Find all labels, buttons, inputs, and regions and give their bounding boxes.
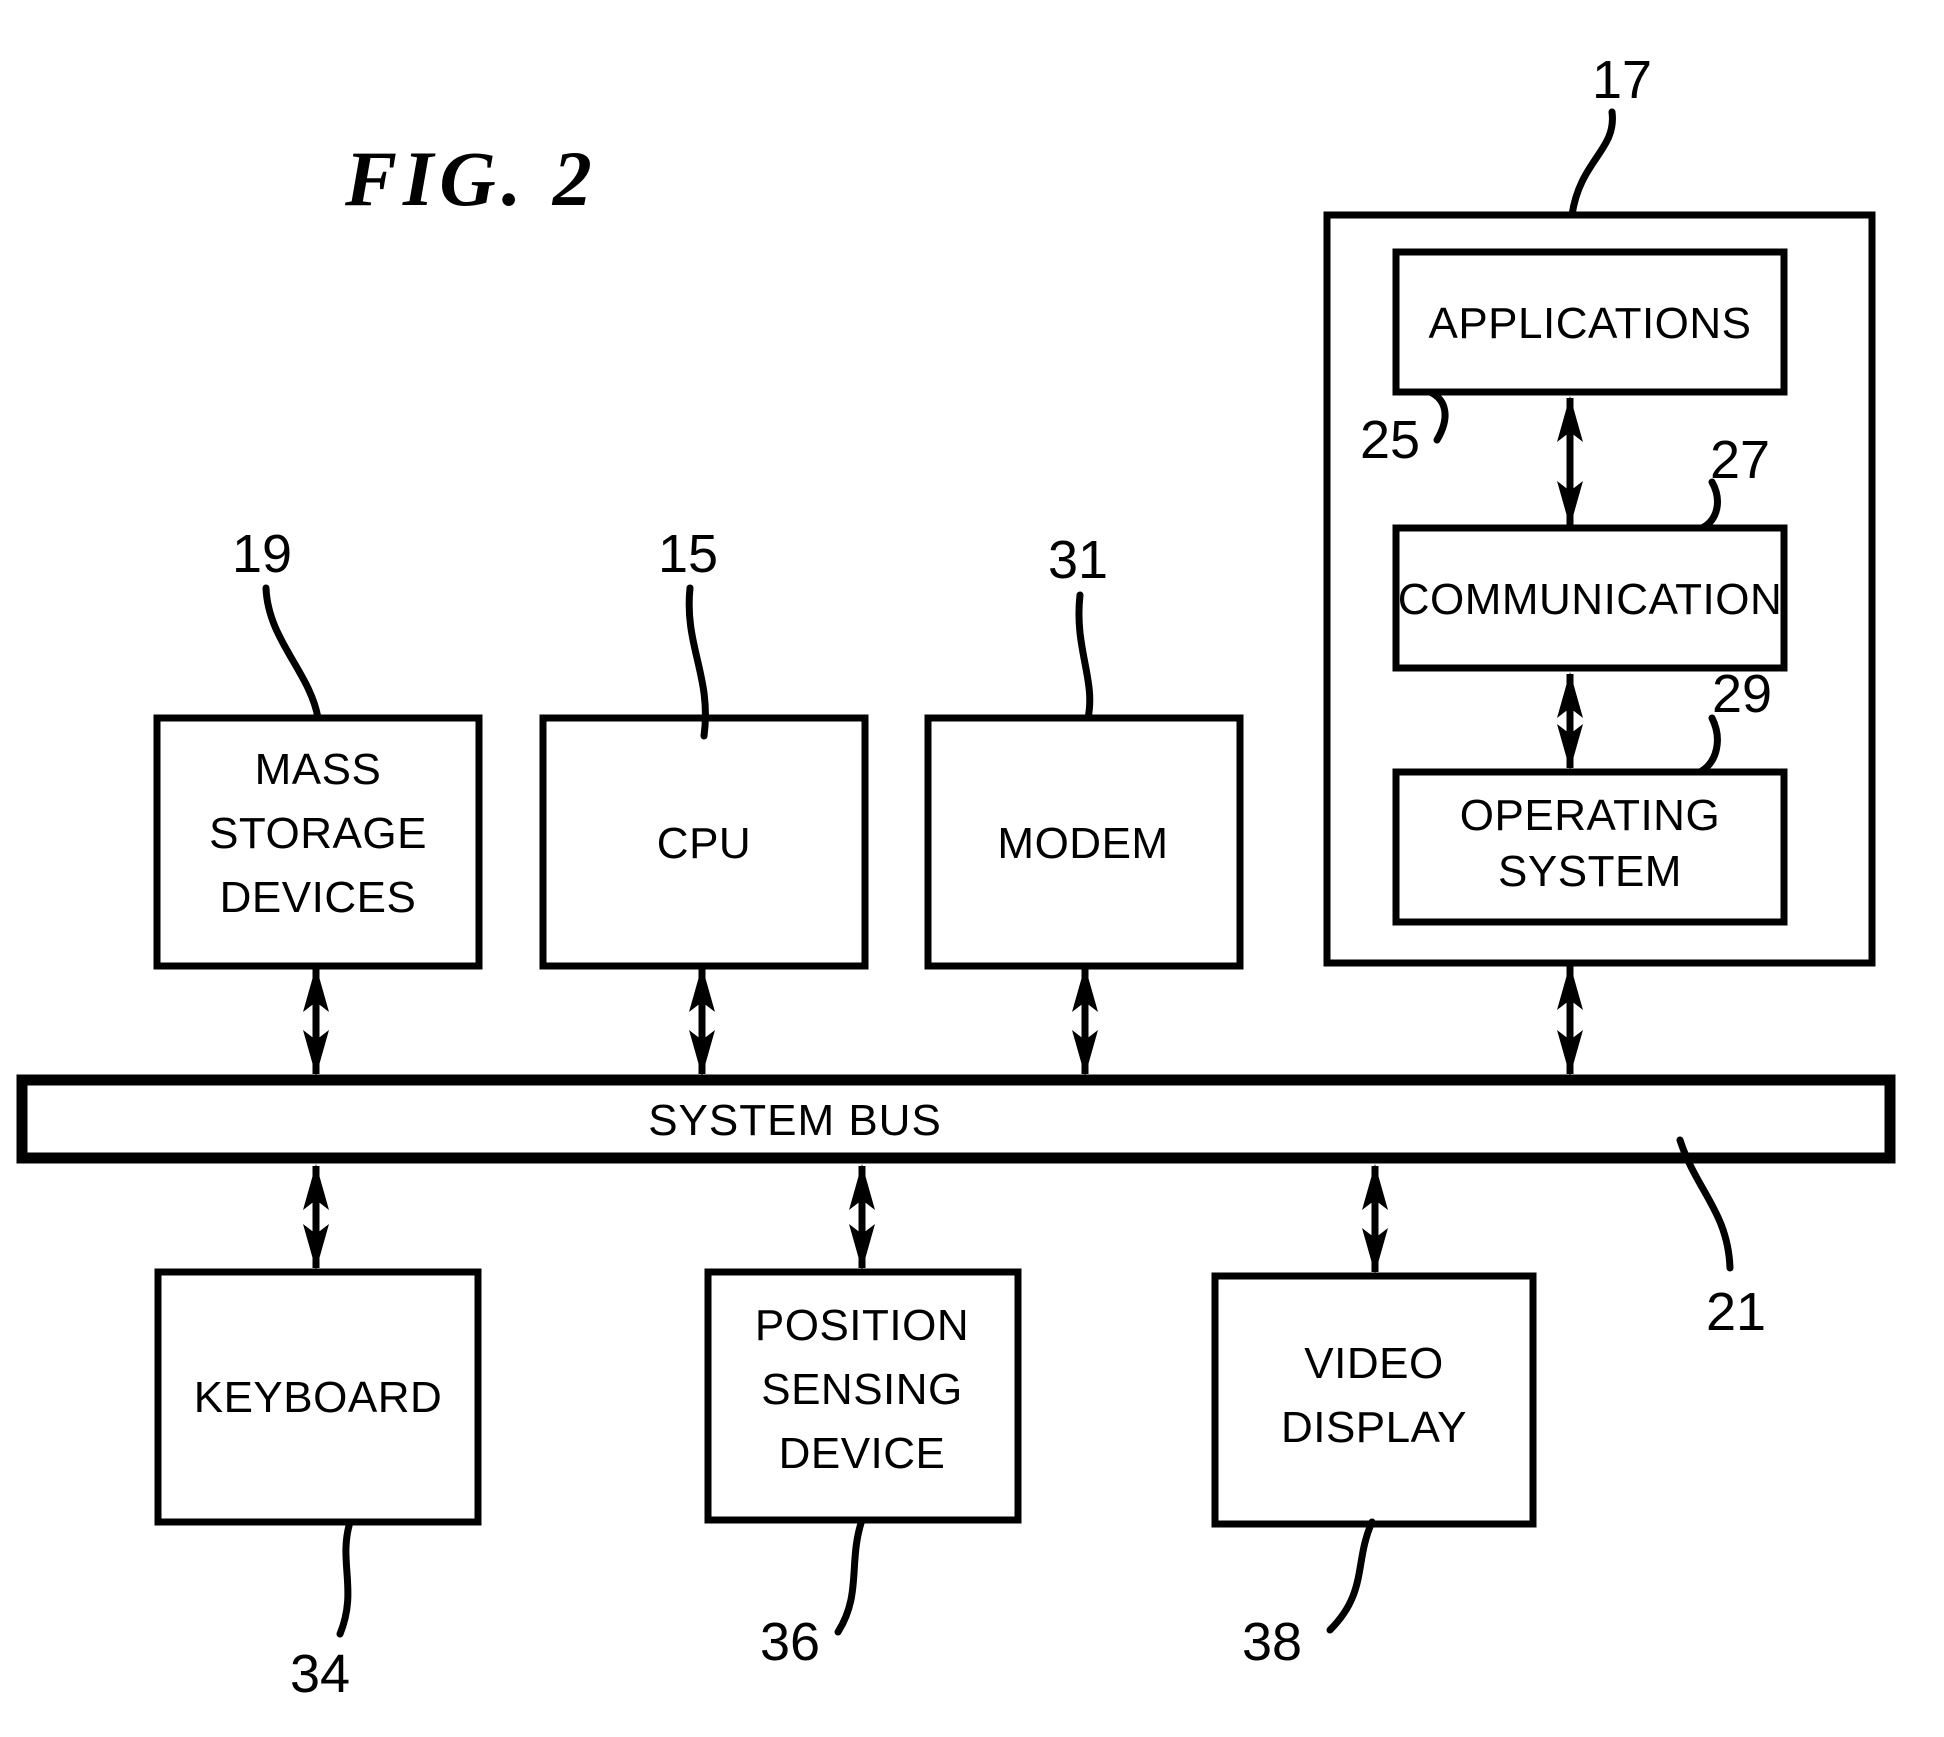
video-display-label-line1: VIDEO — [1304, 1339, 1443, 1388]
ref-number-27: 27 — [1710, 430, 1770, 490]
keyboard-label: KEYBOARD — [194, 1373, 443, 1422]
ref-number-38: 38 — [1242, 1612, 1302, 1672]
operating-system-label-line1: OPERATING — [1460, 791, 1720, 840]
figure-title: FIG. 2 — [344, 135, 598, 222]
leader-line-34 — [336, 1518, 354, 1638]
mass-storage-label-line2: STORAGE — [209, 809, 427, 858]
leader-line-38 — [1326, 1518, 1376, 1634]
leader-line-17 — [1568, 108, 1616, 219]
leader-line-15 — [685, 584, 709, 740]
ref-number-21: 21 — [1706, 1282, 1766, 1342]
leader-line-19 — [262, 584, 322, 722]
arrow-software-module-bus — [1557, 964, 1583, 1076]
ref-number-17: 17 — [1592, 50, 1652, 110]
mass-storage-label-line3: DEVICES — [220, 873, 417, 922]
modem-label: MODEM — [997, 819, 1168, 868]
video-display-label-line2: DISPLAY — [1281, 1403, 1467, 1452]
diagram-canvas: FIG. 2 17 APPLICATIONS 25 COMMUNICATION … — [16, 50, 1896, 1704]
system-bus-label: SYSTEM BUS — [648, 1096, 942, 1145]
arrow-bus-keyboard — [303, 1164, 329, 1270]
arrow-bus-position-sensing — [849, 1164, 875, 1270]
position-sensing-label-line2: SENSING — [761, 1365, 963, 1414]
ref-number-19: 19 — [232, 524, 292, 584]
ref-number-15: 15 — [658, 524, 718, 584]
ref-number-25: 25 — [1360, 410, 1420, 470]
ref-number-31: 31 — [1048, 530, 1108, 590]
ref-number-36: 36 — [760, 1612, 820, 1672]
position-sensing-label-line3: DEVICE — [779, 1429, 946, 1478]
mass-storage-label-line1: MASS — [255, 745, 382, 794]
operating-system-label-line2: SYSTEM — [1498, 847, 1682, 896]
ref-number-34: 34 — [290, 1644, 350, 1704]
position-sensing-label-line1: POSITION — [755, 1301, 969, 1350]
ref-number-29: 29 — [1712, 664, 1772, 724]
leader-line-36 — [834, 1516, 866, 1636]
arrow-cpu-bus — [689, 966, 715, 1076]
arrow-bus-video-display — [1362, 1164, 1388, 1274]
system-bus-bar — [16, 1074, 1896, 1164]
video-display-box — [1211, 1272, 1537, 1528]
leader-line-31 — [1075, 591, 1094, 722]
arrow-modem-bus — [1072, 966, 1098, 1076]
patent-figure: FIG. 2 17 APPLICATIONS 25 COMMUNICATION … — [0, 0, 1944, 1737]
arrow-mass-storage-bus — [303, 966, 329, 1076]
communication-label: COMMUNICATION — [1398, 575, 1783, 624]
applications-label: APPLICATIONS — [1428, 299, 1751, 348]
cpu-label: CPU — [657, 819, 751, 868]
